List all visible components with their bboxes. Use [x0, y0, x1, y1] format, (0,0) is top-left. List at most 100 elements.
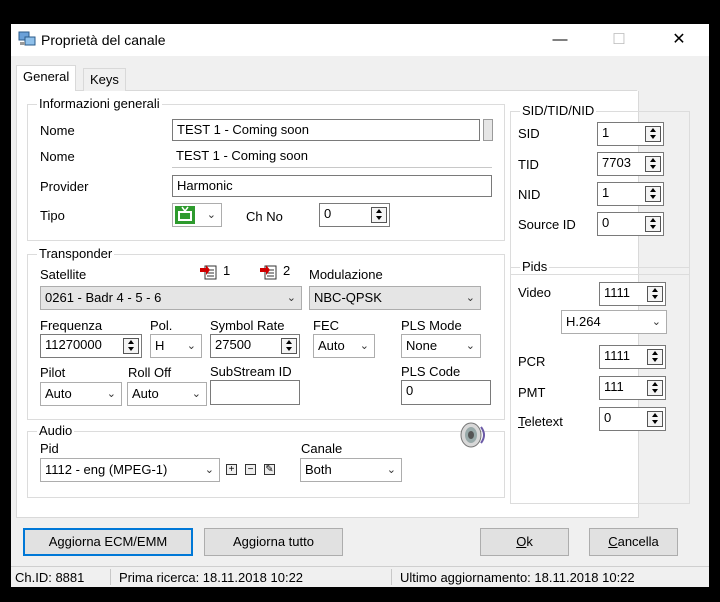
chevron-down-icon: ⌄ [359, 340, 369, 352]
source-id-label: Source ID [518, 217, 576, 232]
video-codec-dropdown[interactable]: H.264 ⌄ [561, 310, 667, 334]
tid-field[interactable]: 7703 [597, 152, 664, 176]
network-computer-icon [18, 31, 36, 46]
video-codec-value: H.264 [566, 314, 601, 329]
modulation-dropdown[interactable]: NBC-QPSK ⌄ [309, 286, 481, 310]
sid-spinner[interactable] [645, 126, 661, 142]
provider-label: Provider [40, 179, 89, 194]
substream-field[interactable] [210, 380, 300, 405]
source-id-spinner[interactable] [645, 216, 661, 232]
pmt-spinner[interactable] [647, 380, 663, 396]
close-button[interactable]: ✕ [665, 28, 693, 52]
chevron-down-icon: ⌄ [465, 292, 475, 304]
pls-code-label: PLS Code [401, 364, 461, 379]
type-dropdown[interactable]: ⌄ [172, 203, 222, 227]
chevron-down-icon: ⌄ [206, 209, 216, 221]
channel-properties-dialog: Proprietà del canale — ☐ ✕ General Keys … [11, 24, 709, 587]
polarization-dropdown[interactable]: H ⌄ [150, 334, 202, 358]
fec-dropdown[interactable]: Auto ⌄ [313, 334, 375, 358]
sid-value: 1 [602, 125, 610, 140]
rolloff-dropdown[interactable]: Auto ⌄ [127, 382, 207, 406]
audio-channel-value: Both [305, 462, 332, 477]
sid-label: SID [518, 126, 540, 141]
name-label: Nome [40, 123, 75, 138]
cancel-label-rest: ancella [617, 534, 659, 549]
cancel-button[interactable]: Cancella [589, 528, 678, 556]
nid-value: 1 [602, 185, 610, 200]
speaker-icon[interactable] [457, 419, 487, 449]
pilot-dropdown[interactable]: Auto ⌄ [40, 382, 122, 406]
chno-field[interactable]: 0 [319, 203, 390, 227]
pcr-spinner[interactable] [647, 349, 663, 365]
general-tab-panel: Informazioni generali Nome TEST 1 - Comi… [16, 91, 690, 518]
satellite-dropdown[interactable]: 0261 - Badr 4 - 5 - 6 ⌄ [40, 286, 302, 310]
symbol-rate-spinner[interactable] [281, 338, 297, 354]
audio-pid-dropdown[interactable]: 1112 - eng (MPEG-1) ⌄ [40, 458, 220, 482]
nid-field[interactable]: 1 [597, 182, 664, 206]
tid-value: 7703 [602, 155, 631, 170]
satellite-label: Satellite [40, 267, 87, 282]
audio-pid-value: 1112 - eng (MPEG-1) [45, 462, 168, 477]
frequency-field[interactable]: 11270000 [40, 334, 142, 358]
frequency-value: 11270000 [45, 337, 102, 352]
ok-mnemonic: O [516, 534, 527, 549]
nid-spinner[interactable] [645, 186, 661, 202]
pilot-label: Pilot [40, 365, 66, 380]
chno-spinner[interactable] [371, 207, 387, 223]
sid-field[interactable]: 1 [597, 122, 664, 146]
symbol-rate-label: Symbol Rate [210, 318, 285, 333]
pcr-field[interactable]: 1111 [599, 345, 666, 369]
transponder-legend: Transponder [37, 246, 115, 261]
window-title: Proprietà del canale [41, 32, 166, 48]
name-field[interactable]: TEST 1 - Coming soon [172, 119, 480, 141]
provider-field[interactable]: Harmonic [172, 175, 492, 197]
audio-channel-dropdown[interactable]: Both ⌄ [300, 458, 402, 482]
tid-spinner[interactable] [645, 156, 661, 172]
pls-mode-label: PLS Mode [401, 318, 462, 333]
general-info-legend: Informazioni generali [37, 96, 162, 111]
type-label: Tipo [40, 208, 65, 223]
update-ecm-emm-button[interactable]: Aggiorna ECM/EMM [23, 528, 193, 556]
rolloff-value: Auto [132, 386, 159, 401]
add-audio-icon[interactable]: + [226, 464, 237, 475]
transponder-1-icon[interactable] [200, 263, 218, 281]
video-pid-spinner[interactable] [647, 286, 663, 302]
polarization-value: H [155, 338, 165, 353]
ok-button[interactable]: Ok [480, 528, 569, 556]
transponder-2-icon[interactable] [260, 263, 278, 281]
tid-label: TID [518, 157, 539, 172]
remove-audio-icon[interactable]: − [245, 464, 256, 475]
transponder-2-number: 2 [283, 263, 291, 278]
tab-keys[interactable]: Keys [83, 68, 126, 91]
status-separator [391, 569, 392, 585]
teletext-field[interactable]: 0 [599, 407, 666, 431]
chno-label: Ch No [246, 209, 283, 224]
chevron-down-icon: ⌄ [286, 292, 296, 304]
pls-mode-value: None [406, 338, 438, 353]
chevron-down-icon: ⌄ [191, 388, 201, 400]
maximize-button[interactable]: ☐ [605, 28, 633, 52]
source-id-field[interactable]: 0 [597, 212, 664, 236]
fec-value: Auto [318, 338, 345, 353]
pls-mode-dropdown[interactable]: None ⌄ [401, 334, 481, 358]
edit-audio-icon[interactable]: ✎ [264, 464, 275, 475]
audio-pid-label: Pid [40, 441, 59, 456]
name-scroll-handle[interactable] [483, 119, 493, 141]
symbol-rate-field[interactable]: 27500 [210, 334, 300, 358]
pmt-label: PMT [518, 385, 546, 400]
status-last-update: Ultimo aggiornamento: 18.11.2018 10:22 [400, 570, 635, 585]
video-pid-field[interactable]: 1111 [599, 282, 666, 306]
frequency-spinner[interactable] [123, 338, 139, 354]
pls-code-field[interactable]: 0 [401, 380, 491, 405]
update-all-button[interactable]: Aggiorna tutto [204, 528, 343, 556]
rolloff-label: Roll Off [128, 365, 172, 380]
pmt-value: 111 [604, 379, 624, 394]
status-bar: Ch.ID: 8881 Prima ricerca: 18.11.2018 10… [11, 566, 709, 587]
nid-label: NID [518, 187, 541, 202]
teletext-spinner[interactable] [647, 411, 663, 427]
tab-general[interactable]: General [16, 65, 77, 92]
chno-value: 0 [324, 206, 332, 221]
symbol-rate-value: 27500 [215, 337, 252, 352]
pmt-field[interactable]: 111 [599, 376, 666, 400]
minimize-button[interactable]: — [546, 28, 574, 52]
